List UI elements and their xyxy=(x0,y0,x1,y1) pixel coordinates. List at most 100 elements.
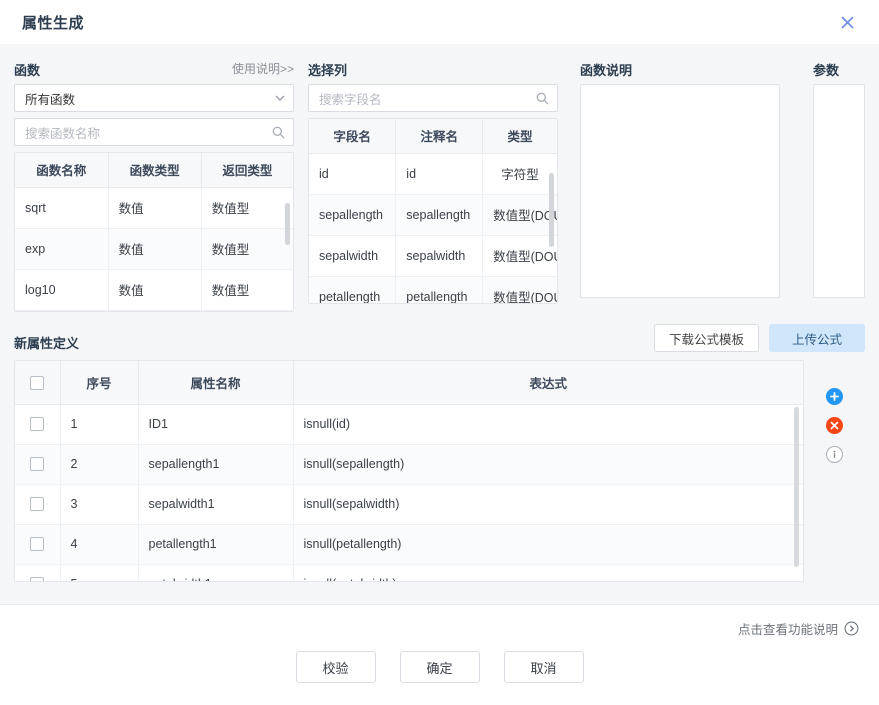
column-col-field: 字段名 xyxy=(309,119,396,153)
table-row[interactable]: exp 数值 数值型 xyxy=(15,228,293,269)
row-checkbox[interactable] xyxy=(30,417,44,431)
column-select-header: 选择列 xyxy=(308,60,558,80)
table-row[interactable]: 4 petallength1 isnull(petallength) xyxy=(15,524,803,564)
row-checkbox[interactable] xyxy=(30,497,44,511)
field-type-cell: 数值型(DOUBLE) xyxy=(483,194,557,235)
table-row[interactable]: 1 ID1 isnull(id) xyxy=(15,404,803,444)
select-all-header xyxy=(15,361,60,404)
row-select-cell xyxy=(15,404,60,444)
table-row[interactable]: id id 字符型 xyxy=(309,153,557,194)
feature-help-link[interactable]: 点击查看功能说明 xyxy=(738,619,838,638)
attribute-generation-dialog: 属性生成 函数 使用说明>> 所有函数 xyxy=(0,0,879,705)
info-icon xyxy=(829,449,840,460)
info-button[interactable] xyxy=(826,446,843,463)
attr-name-cell[interactable]: sepalwidth1 xyxy=(138,484,293,524)
attr-index-cell: 4 xyxy=(60,524,138,564)
column-col-comment: 注释名 xyxy=(396,119,483,153)
table-row[interactable]: 2 sepallength1 isnull(sepallength) xyxy=(15,444,803,484)
attr-index-cell: 1 xyxy=(60,404,138,444)
function-description-panel: 函数说明 xyxy=(580,60,780,308)
attr-index-cell: 2 xyxy=(60,444,138,484)
function-type-cell: 数值 xyxy=(108,269,201,310)
formula-buttons: 下载公式模板 上传公式 xyxy=(654,324,865,352)
attr-col-name: 属性名称 xyxy=(138,361,293,404)
field-type-cell: 数值型(DOUBLE) xyxy=(483,276,557,303)
parameter-panel: 参数 xyxy=(813,60,865,308)
function-table-scrollbar[interactable] xyxy=(285,189,290,307)
function-category-select[interactable]: 所有函数 xyxy=(14,84,294,112)
table-row[interactable]: petallength petallength 数值型(DOUBLE) xyxy=(309,276,557,303)
field-type-cell: 数值型(DOUBLE) xyxy=(483,235,557,276)
function-name-cell: sqrt xyxy=(15,187,108,228)
function-table-scroll-area: 函数名称 函数类型 返回类型 sqrt 数值 数值型 xyxy=(15,153,293,311)
search-icon xyxy=(272,126,285,139)
field-search-input[interactable]: 搜索字段名 xyxy=(308,84,558,112)
attr-expression-cell[interactable]: isnull(petallength) xyxy=(293,524,803,564)
delete-row-button[interactable] xyxy=(826,417,843,434)
row-checkbox[interactable] xyxy=(30,577,44,581)
function-search-placeholder: 搜索函数名称 xyxy=(25,123,100,142)
new-attribute-header-row: 序号 属性名称 表达式 xyxy=(15,361,803,404)
download-template-button[interactable]: 下载公式模板 xyxy=(654,324,759,352)
parameter-panel-content xyxy=(813,84,865,298)
table-row[interactable]: sqrt 数值 数值型 xyxy=(15,187,293,228)
attr-expression-cell[interactable]: isnull(sepallength) xyxy=(293,444,803,484)
table-row[interactable]: 3 sepalwidth1 isnull(sepalwidth) xyxy=(15,484,803,524)
table-row[interactable]: sepalwidth sepalwidth 数值型(DOUBLE) xyxy=(309,235,557,276)
attr-col-index: 序号 xyxy=(60,361,138,404)
chevron-right-circle-icon[interactable] xyxy=(844,621,859,636)
new-attribute-area: 序号 属性名称 表达式 1 ID1 isnull(id) xyxy=(14,360,865,582)
validate-button[interactable]: 校验 xyxy=(296,651,376,683)
column-table-scrollbar[interactable] xyxy=(549,155,554,301)
field-search-placeholder: 搜索字段名 xyxy=(319,89,382,108)
attr-name-cell[interactable]: sepallength1 xyxy=(138,444,293,484)
usage-instructions-link[interactable]: 使用说明>> xyxy=(232,60,294,77)
column-select-panel: 选择列 搜索字段名 字段名 xyxy=(308,60,558,308)
table-row[interactable]: 5 petalwidth1 isnull(petalwidth) xyxy=(15,564,803,581)
function-description-label: 函数说明 xyxy=(580,60,632,79)
field-name-cell: sepalwidth xyxy=(309,235,396,276)
cancel-button[interactable]: 取消 xyxy=(504,651,584,683)
function-panel-header: 函数 使用说明>> xyxy=(14,60,294,80)
help-row: 点击查看功能说明 xyxy=(20,605,859,651)
select-all-checkbox[interactable] xyxy=(30,376,44,390)
close-button[interactable] xyxy=(835,10,859,34)
scrollbar-thumb[interactable] xyxy=(549,173,554,247)
scrollbar-thumb[interactable] xyxy=(285,203,290,245)
attr-name-cell[interactable]: ID1 xyxy=(138,404,293,444)
function-col-type: 函数类型 xyxy=(108,153,201,187)
new-attribute-header: 新属性定义 下载公式模板 上传公式 xyxy=(14,322,865,352)
function-search-input[interactable]: 搜索函数名称 xyxy=(14,118,294,146)
row-checkbox[interactable] xyxy=(30,537,44,551)
function-description-header: 函数说明 xyxy=(580,60,780,80)
attr-name-cell[interactable]: petallength1 xyxy=(138,524,293,564)
column-select-label: 选择列 xyxy=(308,60,347,79)
upload-formula-button[interactable]: 上传公式 xyxy=(769,324,865,352)
attr-index-cell: 5 xyxy=(60,564,138,581)
field-type-cell: 字符型 xyxy=(483,153,557,194)
new-attribute-scrollbar[interactable] xyxy=(794,407,799,576)
confirm-button[interactable]: 确定 xyxy=(400,651,480,683)
row-action-rail xyxy=(804,360,865,582)
function-name-cell: exp xyxy=(15,228,108,269)
attr-index-cell: 3 xyxy=(60,484,138,524)
function-table-header-row: 函数名称 函数类型 返回类型 xyxy=(15,153,293,187)
row-checkbox[interactable] xyxy=(30,457,44,471)
field-comment-cell: sepalwidth xyxy=(396,235,483,276)
scrollbar-thumb[interactable] xyxy=(794,407,799,567)
function-table: 函数名称 函数类型 返回类型 sqrt 数值 数值型 xyxy=(14,152,294,312)
new-attribute-scroll-area: 序号 属性名称 表达式 1 ID1 isnull(id) xyxy=(15,361,803,581)
dialog-title: 属性生成 xyxy=(22,12,84,33)
function-table-content: 函数名称 函数类型 返回类型 sqrt 数值 数值型 xyxy=(15,153,293,311)
add-row-button[interactable] xyxy=(826,388,843,405)
field-comment-cell: sepallength xyxy=(396,194,483,235)
attr-name-cell[interactable]: petalwidth1 xyxy=(138,564,293,581)
attr-expression-cell[interactable]: isnull(petalwidth) xyxy=(293,564,803,581)
table-row[interactable]: sepallength sepallength 数值型(DOUBLE) xyxy=(309,194,557,235)
footer-buttons: 校验 确定 取消 xyxy=(20,651,859,705)
table-row[interactable]: log10 数值 数值型 xyxy=(15,269,293,310)
function-col-return: 返回类型 xyxy=(201,153,293,187)
column-table-content: 字段名 注释名 类型 id id 字符型 xyxy=(309,119,557,303)
attr-expression-cell[interactable]: isnull(id) xyxy=(293,404,803,444)
attr-expression-cell[interactable]: isnull(sepalwidth) xyxy=(293,484,803,524)
